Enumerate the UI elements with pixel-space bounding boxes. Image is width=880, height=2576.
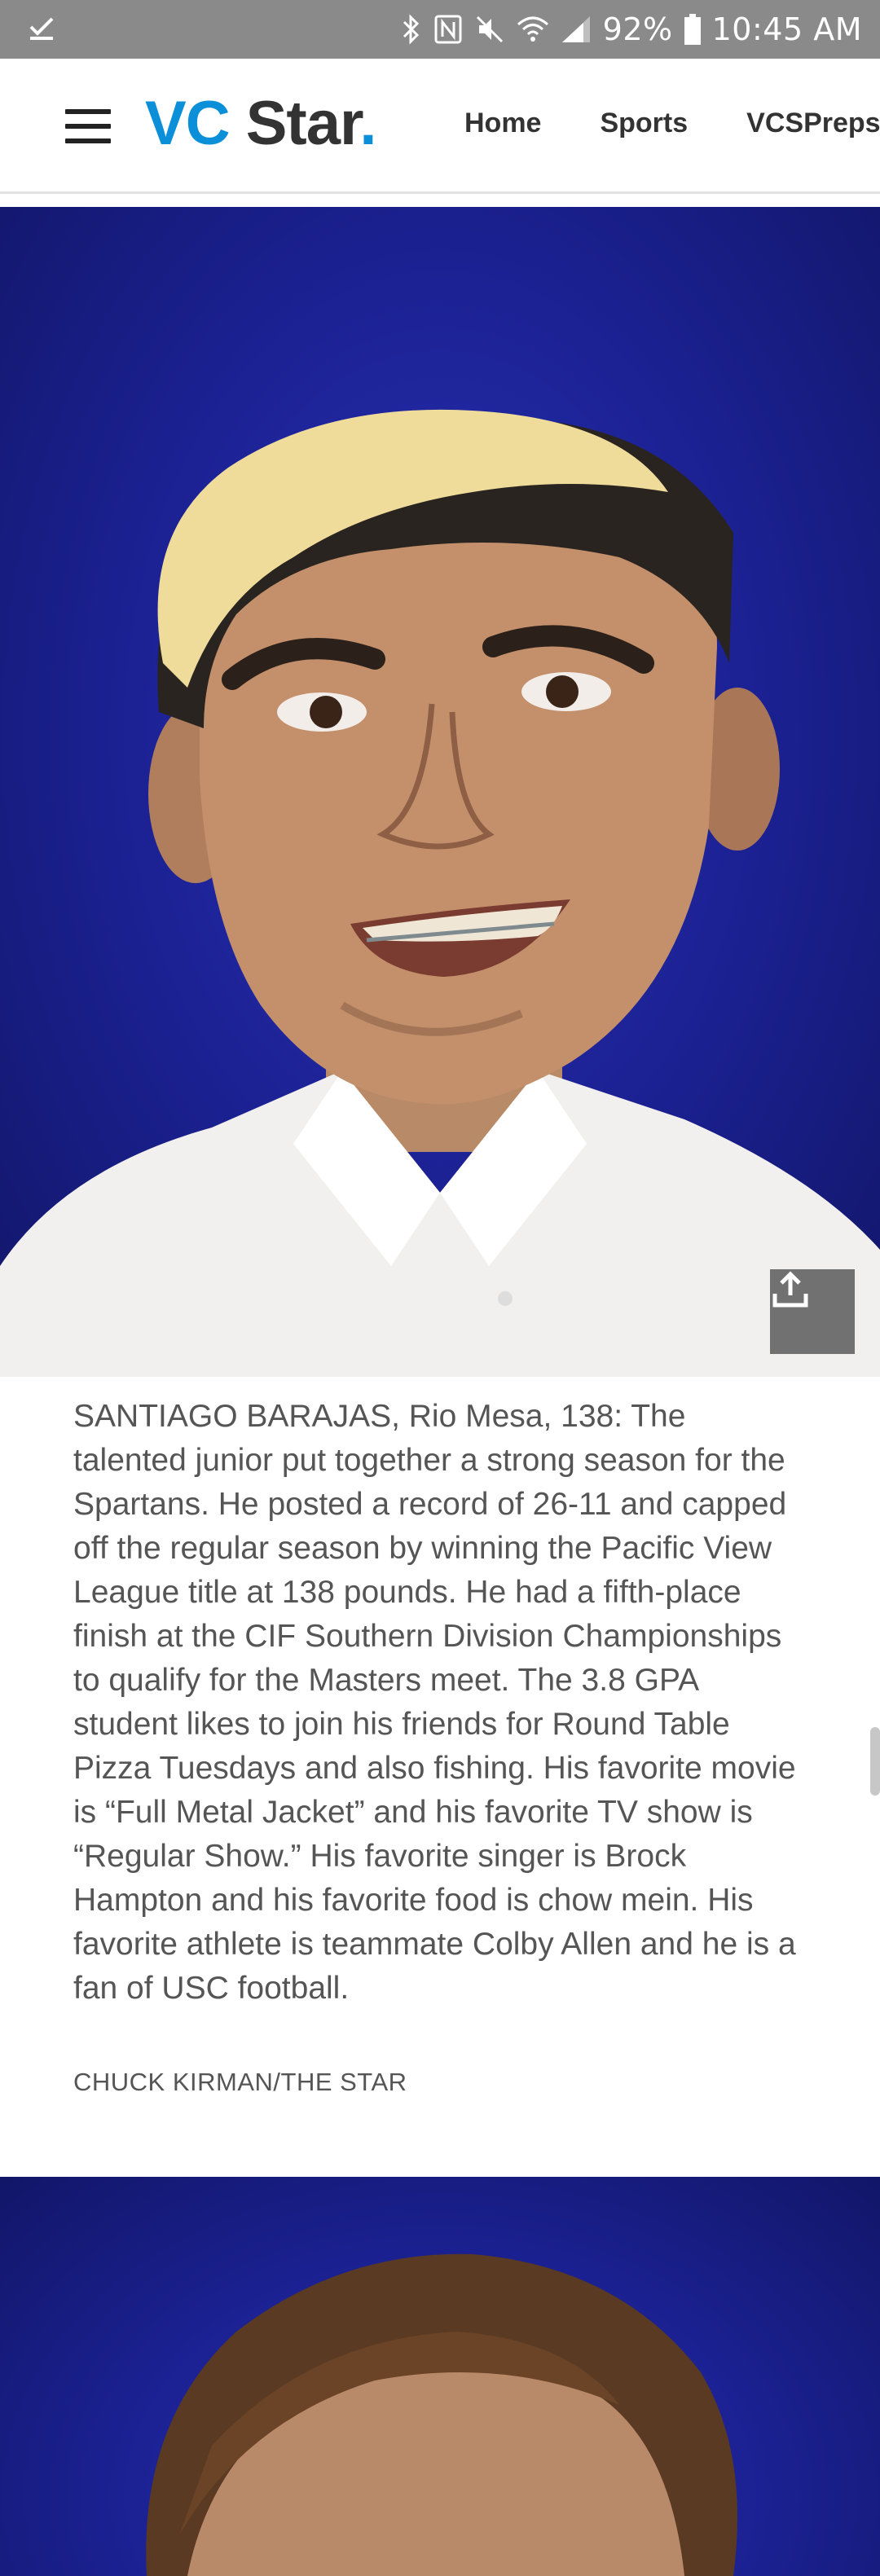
share-button[interactable]	[770, 1269, 855, 1354]
menu-icon[interactable]	[65, 109, 111, 145]
download-complete-icon	[28, 14, 55, 46]
nav-home[interactable]: Home	[464, 108, 541, 139]
battery-percent: 92%	[602, 11, 673, 47]
mute-icon	[474, 14, 505, 45]
nav-vcspreps[interactable]: VCSPreps	[746, 108, 880, 139]
site-header: VC Star. Home Sports VCSPreps	[0, 59, 880, 194]
wifi-icon	[517, 15, 549, 44]
next-athlete-photo	[0, 2177, 880, 2576]
photo-caption: SANTIAGO BARAJAS, Rio Mesa, 138: The tal…	[73, 1399, 796, 2006]
logo-dot: .	[359, 89, 376, 158]
scrollbar-thumb[interactable]	[870, 1727, 880, 1796]
bluetooth-icon	[401, 13, 422, 46]
logo-vc: VC	[145, 89, 231, 158]
nfc-icon	[433, 14, 463, 45]
signal-icon	[561, 15, 592, 44]
photo-credit: CHUCK KIRMAN/THE STAR	[73, 2068, 407, 2096]
battery-icon	[684, 14, 701, 45]
status-right: 92% 10:45 AM	[401, 11, 862, 47]
top-nav: Home Sports VCSPreps	[464, 108, 880, 139]
portrait-illustration	[0, 409, 880, 1377]
status-left	[28, 14, 55, 46]
site-logo[interactable]: VC Star.	[145, 93, 376, 155]
athlete-photo	[0, 207, 880, 1377]
next-portrait-illustration	[146, 2253, 737, 2576]
nav-sports[interactable]: Sports	[600, 108, 688, 139]
status-bar: 92% 10:45 AM	[0, 0, 880, 59]
clock: 10:45 AM	[711, 11, 862, 47]
logo-star: Star	[245, 89, 361, 158]
